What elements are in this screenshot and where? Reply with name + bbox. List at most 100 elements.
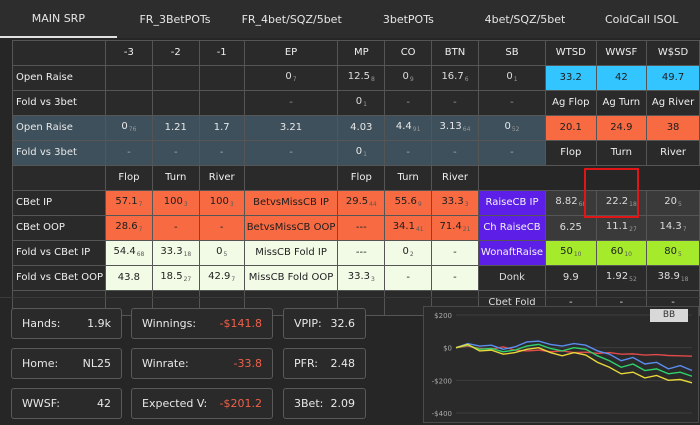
stat-cell: - [243,140,339,166]
stat-cell: - [198,140,245,166]
table-row: Open Raise 07 12.58 09 16.76 01 33.2 42 49.7 [12,65,700,91]
stat-cell: - [151,140,200,166]
stat-cell: 11.127 [595,215,648,241]
stat-cell: 05 [198,240,245,266]
stat-cell: - [431,240,479,266]
row-label: Open Raise [12,115,106,141]
wwsf-label: WWSF: [22,397,60,410]
vpip-value: 32.6 [330,317,356,330]
corner-cell [243,165,339,191]
hands-value: 1.9k [87,317,111,330]
street-header: Flop [545,140,597,166]
corner-cell [12,165,106,191]
row-label: Open Raise [12,65,106,91]
row-label: BetvsMissCB IP [243,190,339,216]
showdown-value: 49.7 [646,65,700,91]
stat-cell [105,65,153,91]
tab-coldcall-isol[interactable]: ColdCall ISOL [583,0,700,38]
street-header: Turn [151,165,200,191]
stat-cell: 38.918 [646,265,700,291]
home-value: NL25 [82,357,111,370]
vpip-label: VPIP: [294,317,322,330]
stat-cell: 22.218 [595,190,648,216]
tab-3betpots[interactable]: 3betPOTs [350,0,467,38]
tab-main-srp[interactable]: MAIN SRP [0,0,117,38]
stat-cell: - [431,90,479,116]
ev-label: Expected V: [142,397,208,410]
row-label: Fold vs CBet OOP [12,265,106,291]
stat-cell: 1.21 [151,115,200,141]
stat-cell: - [243,90,339,116]
stat-cell: 6010 [595,240,648,266]
winrate-label: Winrate: [142,357,189,370]
row-label: CBet OOP [12,215,106,241]
y-tick-label: $0 [443,345,452,353]
winnings-graph: BB $200 $0 -$200 -$400 [423,306,699,423]
stat-cell: 12.58 [337,65,386,91]
position-header: -2 [151,40,200,66]
stat-cell: 1.7 [198,115,245,141]
street-header: Flop [337,165,386,191]
row-label: Ch RaiseCB [477,215,547,241]
winrate-stat: Winrate: -33.8 [131,348,273,379]
stat-cell: 205 [646,190,700,216]
vpip-stat: VPIP: 32.6 [283,308,366,339]
row-label: BetvsMissCB OOP [243,215,339,241]
stat-cell: 34.141 [384,215,433,241]
showdown-value: 42 [595,65,648,91]
bb-toggle-button[interactable]: BB [650,309,688,322]
tab-fr-4bet-sqz-5bet[interactable]: FR_4bet/SQZ/5bet [233,0,350,38]
wwsf-value: 42 [97,397,111,410]
stat-cell: - [431,140,479,166]
stat-cell: 1003 [198,190,245,216]
aggression-header: Ag Flop [545,90,597,116]
row-label: MissCB Fold IP [243,240,339,266]
stat-cell: 6.25 [545,215,597,241]
series-line [455,343,693,384]
position-header: -1 [198,40,245,66]
stat-cell: 052 [477,115,547,141]
stat-cell: 14.37 [646,215,700,241]
stat-cell: 1003 [151,190,200,216]
stat-cell: 3.21 [243,115,339,141]
aggression-header: Ag Turn [595,90,648,116]
stat-cell: 43.8 [105,265,153,291]
header-row: -3 -2 -1 EP MP CO BTN SB WTSD WWSF W$SD [12,40,700,66]
stat-cell: 8.8268 [545,190,597,216]
y-tick-label: -$400 [432,410,452,418]
stat-cell: - [384,90,433,116]
ev-value: -$201.2 [219,397,262,410]
hands-label: Hands: [22,317,61,330]
stat-cell: 9.9 [545,265,597,291]
stat-cell: 18.527 [151,265,200,291]
stat-cell: - [384,265,433,291]
table-row: Fold vs 3bet - - - -01- - - Flop Turn River [12,140,700,166]
tab-fr-3betpots[interactable]: FR_3BetPOTs [117,0,234,38]
position-header: CO [384,40,433,66]
stat-cell [198,65,245,91]
row-label: RaiseCB IP [477,190,547,216]
row-label: Fold vs 3bet [12,140,106,166]
tab-4bet-sqz-5bet[interactable]: 4bet/SQZ/5bet [467,0,584,38]
stat-cell: 33.33 [337,265,386,291]
stat-cell: 42.97 [198,265,245,291]
stat-cell: 29.544 [337,190,386,216]
stat-cell: 57.17 [105,190,153,216]
pfr-stat: PFR: 2.48 [283,348,366,379]
series-line [455,343,693,377]
street-header: Turn [384,165,433,191]
tab-bar: MAIN SRP FR_3BetPOTs FR_4bet/SQZ/5bet 3b… [0,0,700,38]
stat-cell: 4.03 [337,115,386,141]
showdown-header: W$SD [646,40,700,66]
series-line [455,340,693,372]
table-row: CBet OOP 28.67- - BetvsMissCB OOP --- 34.141 7… [12,215,700,241]
position-header: EP [243,40,339,66]
row-label: Fold vs CBet IP [12,240,106,266]
position-header: SB [477,40,547,66]
street-header: River [646,140,700,166]
table-row: CBet IP 57.17 1003 1003 BetvsMissCB IP 29.544… [12,190,700,216]
stat-cell: 1.9252 [595,265,648,291]
row-label: Donk [477,265,547,291]
threebet-label: 3Bet: [294,397,324,410]
stat-cell: 01 [337,90,386,116]
